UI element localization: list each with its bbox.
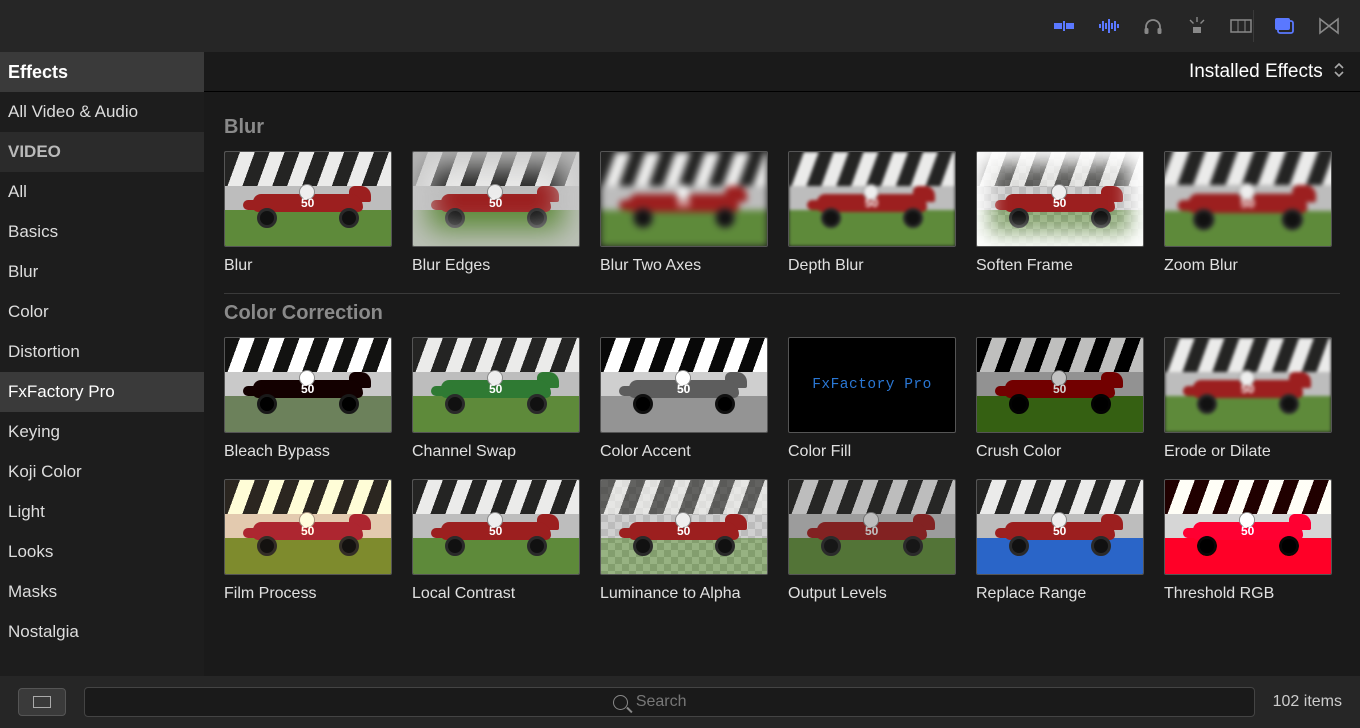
effect-item[interactable]: FxFactory Pro Color Fill — [788, 337, 956, 461]
effect-item[interactable]: 50 Erode or Dilate — [1164, 337, 1332, 461]
browser-footer: 102 items — [0, 676, 1360, 728]
sidebar-item[interactable]: Looks — [0, 532, 204, 572]
car-number: 50 — [1053, 382, 1066, 396]
effect-item[interactable]: 50 Replace Range — [976, 479, 1144, 603]
headphones-icon[interactable] — [1142, 17, 1164, 35]
car-number: 50 — [677, 196, 690, 210]
car-number: 50 — [677, 382, 690, 396]
effect-label: Channel Swap — [412, 443, 580, 461]
car-number: 50 — [865, 196, 878, 210]
effect-label: Film Process — [224, 585, 392, 603]
car-number: 50 — [1241, 382, 1254, 396]
search-icon — [613, 695, 628, 710]
effect-item[interactable]: 50 Channel Swap — [412, 337, 580, 461]
sidebar-item[interactable]: All — [0, 172, 204, 212]
effect-item[interactable]: 50 Local Contrast — [412, 479, 580, 603]
effect-item[interactable]: 50 Crush Color — [976, 337, 1144, 461]
effect-label: Threshold RGB — [1164, 585, 1332, 603]
enhance-icon[interactable] — [1186, 17, 1208, 35]
effect-item[interactable]: 50 Soften Frame — [976, 151, 1144, 275]
browser-header: Installed Effects — [204, 52, 1360, 92]
effect-item[interactable]: 50 Bleach Bypass — [224, 337, 392, 461]
effect-group-title: Blur — [224, 116, 1340, 139]
search-input[interactable] — [636, 693, 726, 711]
sidebar-item[interactable]: Nostalgia — [0, 612, 204, 652]
effect-item[interactable]: 50 Color Accent — [600, 337, 768, 461]
search-field[interactable] — [84, 687, 1255, 717]
effect-label: Blur Two Axes — [600, 257, 768, 275]
car-number: 50 — [1053, 196, 1066, 210]
media-import-icon[interactable] — [1054, 17, 1076, 35]
car-number: 50 — [1240, 196, 1254, 211]
effect-item[interactable]: 50 Zoom Blur — [1164, 151, 1332, 275]
effect-label: Color Fill — [788, 443, 956, 461]
effect-item[interactable]: 50 Blur Two Axes — [600, 151, 768, 275]
browser-toggle-icon[interactable] — [1274, 17, 1296, 35]
sidebar-item[interactable]: Basics — [0, 212, 204, 252]
effect-label: Blur Edges — [412, 257, 580, 275]
effect-label: Replace Range — [976, 585, 1144, 603]
effect-item[interactable]: 50 Blur Edges — [412, 151, 580, 275]
car-number: 50 — [489, 382, 502, 396]
effect-group-title: Color Correction — [224, 302, 1340, 325]
sort-chevron-icon — [1334, 63, 1344, 77]
car-number: 50 — [1241, 524, 1254, 538]
sort-label: Installed Effects — [1189, 61, 1323, 82]
effect-label: Luminance to Alpha — [600, 585, 768, 603]
sidebar-item[interactable]: Keying — [0, 412, 204, 452]
timeline-icon[interactable] — [1318, 17, 1340, 35]
effect-label: Erode or Dilate — [1164, 443, 1332, 461]
effect-item[interactable]: 50 Blur — [224, 151, 392, 275]
sort-dropdown[interactable]: Installed Effects — [1189, 61, 1344, 83]
effect-item[interactable]: 50 Depth Blur — [788, 151, 956, 275]
car-number: 50 — [489, 524, 502, 538]
effect-fill-label: FxFactory Pro — [812, 377, 932, 393]
effect-item[interactable]: 50 Luminance to Alpha — [600, 479, 768, 603]
filmstrip-icon[interactable] — [1230, 17, 1252, 35]
effect-label: Depth Blur — [788, 257, 956, 275]
sidebar-section-header: VIDEO — [0, 132, 204, 172]
effect-label: Bleach Bypass — [224, 443, 392, 461]
car-number: 50 — [865, 524, 878, 538]
effect-label: Blur — [224, 257, 392, 275]
sidebar-item[interactable]: All Video & Audio — [0, 92, 204, 132]
effect-item[interactable]: 50 Film Process — [224, 479, 392, 603]
car-number: 50 — [1053, 524, 1066, 538]
sidebar-item[interactable]: Distortion — [0, 332, 204, 372]
layout-toggle-button[interactable] — [18, 688, 66, 716]
sidebar-item[interactable]: Koji Color — [0, 452, 204, 492]
effect-label: Output Levels — [788, 585, 956, 603]
car-number: 50 — [301, 524, 314, 538]
car-number: 50 — [677, 524, 690, 538]
sidebar-item[interactable]: FxFactory Pro — [0, 372, 204, 412]
sidebar-item[interactable]: Blur — [0, 252, 204, 292]
sidebar-item[interactable]: Color — [0, 292, 204, 332]
item-count: 102 items — [1273, 693, 1342, 711]
effects-sidebar: Effects All Video & AudioVIDEOAllBasicsB… — [0, 52, 204, 676]
car-number: 50 — [301, 196, 314, 210]
effect-label: Zoom Blur — [1164, 257, 1332, 275]
sidebar-item[interactable]: Light — [0, 492, 204, 532]
effect-label: Crush Color — [976, 443, 1144, 461]
top-toolbar — [0, 0, 1360, 52]
effect-label: Soften Frame — [976, 257, 1144, 275]
effect-label: Local Contrast — [412, 585, 580, 603]
audio-waveform-icon[interactable] — [1098, 17, 1120, 35]
car-number: 50 — [301, 382, 314, 396]
car-number: 50 — [489, 196, 502, 210]
sidebar-header: Effects — [0, 52, 204, 92]
effect-label: Color Accent — [600, 443, 768, 461]
effect-item[interactable]: 50 Threshold RGB — [1164, 479, 1332, 603]
effects-grid-area: Blur 50 Blur 50 Blur Edges — [204, 92, 1360, 676]
sidebar-item[interactable]: Masks — [0, 572, 204, 612]
effect-item[interactable]: 50 Output Levels — [788, 479, 956, 603]
